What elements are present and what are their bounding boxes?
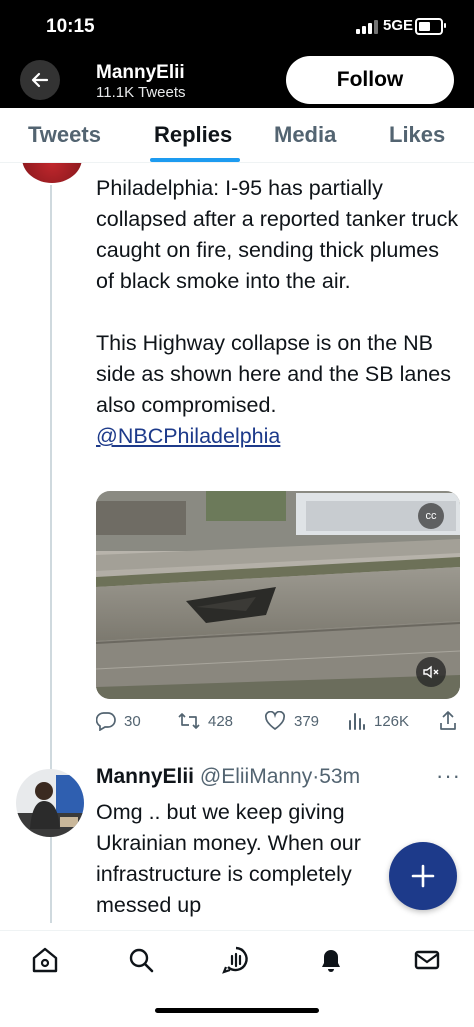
notifications-icon [322, 950, 340, 972]
tweet-actions: 30 428 379 126K [96, 711, 461, 737]
spaces-icon [222, 946, 248, 974]
network-label: 5GE [383, 17, 414, 34]
status-bar: 10:15 5GE [0, 0, 474, 52]
heart-icon [264, 711, 286, 731]
reply-text: Omg .. but we keep giving Ukrainian mone… [96, 800, 361, 917]
mention-link[interactable]: @NBCPhiladelphia [96, 424, 280, 448]
nav-notifications[interactable] [314, 943, 348, 977]
mute-icon[interactable] [416, 657, 446, 687]
profile-header: MannyElii 11.1K Tweets Follow [0, 52, 474, 108]
nav-search[interactable] [124, 943, 158, 977]
highway-collapse-image [96, 491, 460, 699]
avatar[interactable] [22, 163, 82, 183]
more-options-icon[interactable]: ··· [436, 763, 461, 789]
reply-time: ·53m [312, 765, 361, 788]
signal-icon [356, 20, 378, 34]
share-icon [440, 711, 456, 730]
reply-icon [96, 712, 116, 731]
retweet-icon [178, 713, 200, 729]
retweet-count: 428 [208, 712, 234, 730]
tab-replies[interactable]: Replies [154, 122, 232, 148]
messages-icon [414, 950, 440, 970]
profile-tabs: Tweets Replies Media Likes [0, 108, 474, 163]
nav-spaces[interactable] [219, 943, 253, 977]
reply-button[interactable]: 30 [96, 711, 141, 731]
nav-home[interactable] [28, 943, 62, 977]
profile-photo [16, 769, 84, 837]
views-icon [349, 713, 365, 730]
avatar[interactable] [16, 769, 84, 837]
home-indicator[interactable] [155, 1008, 319, 1013]
nav-messages[interactable] [410, 943, 444, 977]
search-icon [129, 948, 154, 973]
plus-icon [411, 864, 435, 888]
reply-author-handle[interactable]: @EliiManny [200, 765, 312, 788]
clock: 10:15 [46, 16, 95, 37]
captions-icon[interactable]: cc [418, 503, 444, 529]
battery-icon [415, 18, 446, 35]
tweet-paragraph: This Highway collapse is on the NB side … [96, 328, 461, 452]
reply-count: 30 [124, 712, 141, 730]
home-icon [32, 947, 58, 973]
back-button[interactable] [20, 60, 60, 100]
views-count: 126K [374, 712, 410, 730]
arrow-left-icon [31, 72, 49, 88]
tweet-paragraph-text: This Highway collapse is on the NB side … [96, 331, 451, 417]
tab-media[interactable]: Media [274, 122, 336, 148]
share-button[interactable] [439, 711, 457, 731]
tweet-paragraph: Philadelphia: I-95 has partially collaps… [96, 176, 459, 293]
tab-tweets[interactable]: Tweets [28, 122, 101, 148]
like-count: 379 [294, 712, 320, 730]
tweet-video[interactable]: cc [96, 491, 460, 699]
clipped-text: ▬▬▬▬▬▬▬▬▬ [96, 163, 316, 169]
tab-likes[interactable]: Likes [389, 122, 445, 148]
reply-author-name[interactable]: MannyElii [96, 765, 194, 788]
compose-button[interactable] [389, 842, 457, 910]
tweet-count: 11.1K Tweets [96, 84, 186, 101]
like-button[interactable]: 379 [264, 711, 319, 731]
timeline[interactable]: ▬▬▬▬▬▬▬▬▬ Philadelphia: I-95 has partial… [0, 163, 474, 930]
tweet-text: Philadelphia: I-95 has partially collaps… [96, 173, 461, 452]
retweet-button[interactable]: 428 [178, 711, 233, 731]
follow-button[interactable]: Follow [286, 56, 454, 104]
reply-meta: MannyElii @EliiManny·53m [96, 765, 360, 789]
profile-name: MannyElii [96, 62, 185, 83]
active-tab-indicator [150, 158, 240, 162]
views-button[interactable]: 126K [348, 711, 409, 731]
